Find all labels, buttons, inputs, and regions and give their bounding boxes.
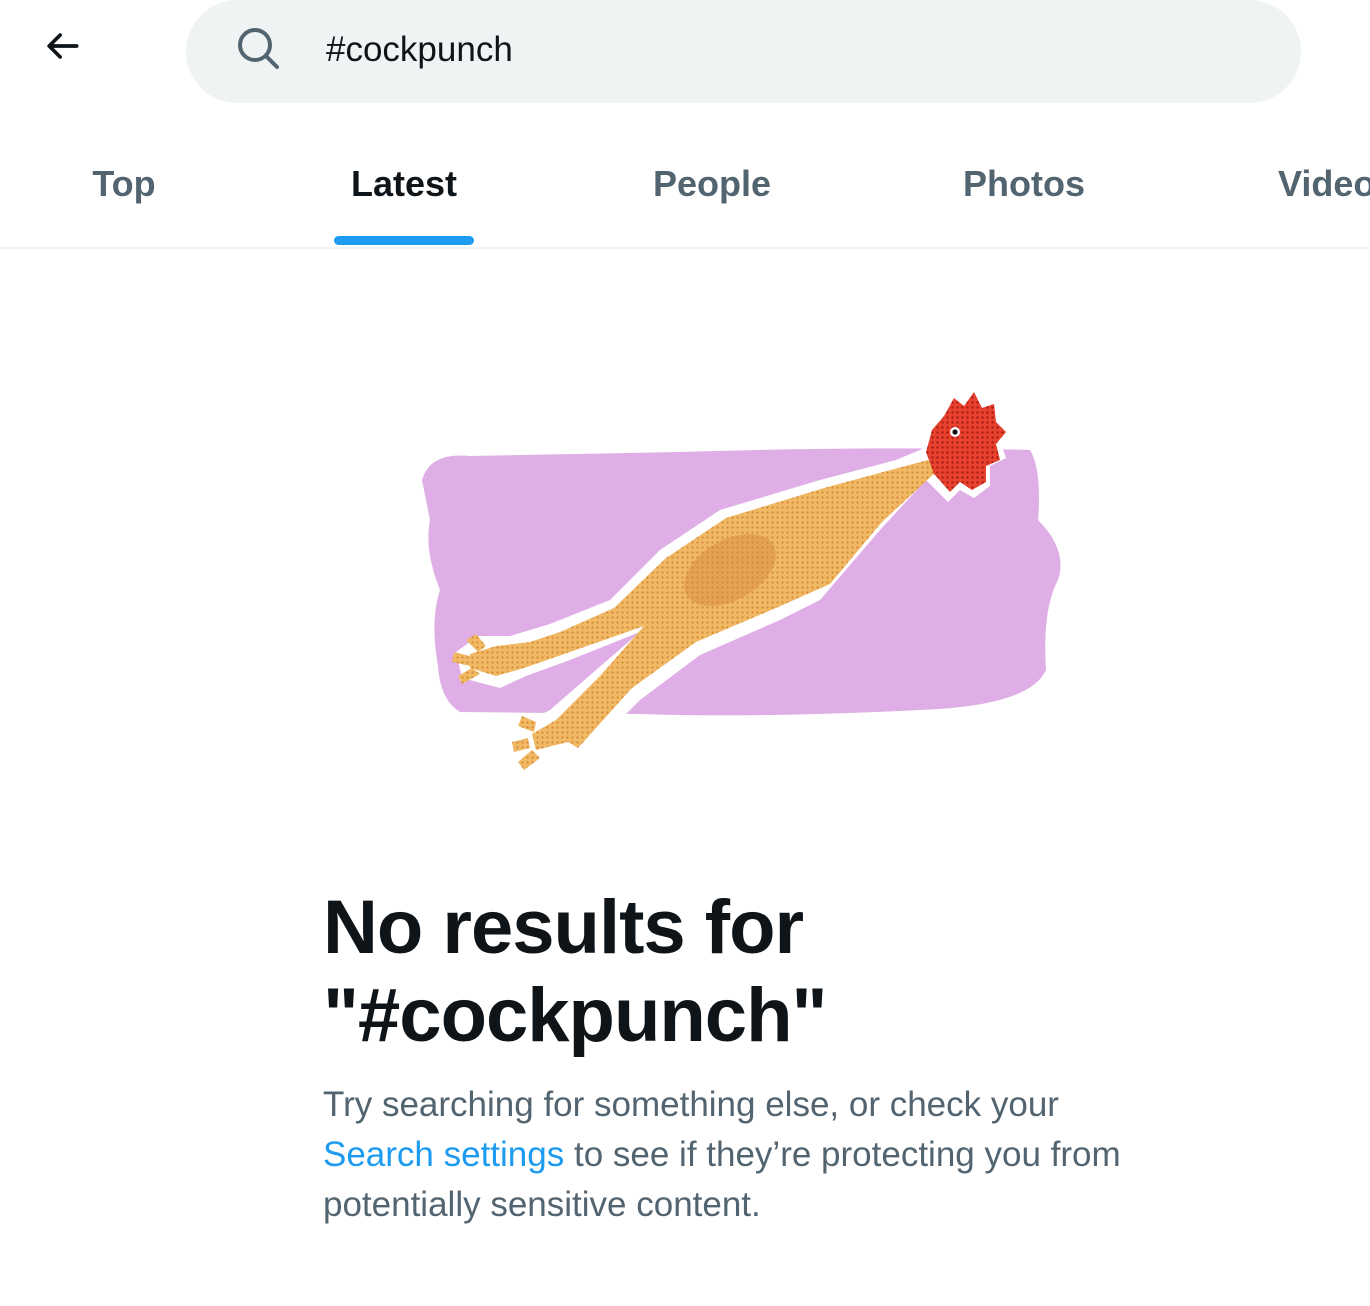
tab-latest[interactable]: Latest: [334, 120, 474, 247]
no-results-description: Try searching for something else, or che…: [323, 1080, 1143, 1230]
search-results-page: Top Latest People Photos Videos: [0, 0, 1370, 1306]
active-tab-indicator: [334, 236, 474, 245]
arrow-left-icon: [47, 33, 79, 59]
search-input[interactable]: [326, 22, 1226, 78]
rubber-chicken-illustration: [422, 382, 1061, 770]
search-tabs: Top Latest People Photos Videos: [0, 120, 1370, 249]
tab-people[interactable]: People: [640, 120, 784, 247]
no-results-title: No results for "#cockpunch": [323, 884, 1043, 1060]
search-icon: [238, 28, 279, 69]
tab-photos[interactable]: Photos: [950, 120, 1098, 247]
search-header: [0, 0, 1370, 120]
search-settings-link[interactable]: Search settings: [323, 1135, 564, 1174]
no-results-query: "#cockpunch": [323, 973, 828, 1058]
tab-videos[interactable]: Videos: [1260, 120, 1370, 247]
no-results-title-line1: No results for: [323, 885, 804, 970]
tab-top[interactable]: Top: [68, 120, 180, 247]
description-prefix: Try searching for something else, or che…: [323, 1085, 1059, 1124]
back-button[interactable]: [22, 6, 102, 86]
